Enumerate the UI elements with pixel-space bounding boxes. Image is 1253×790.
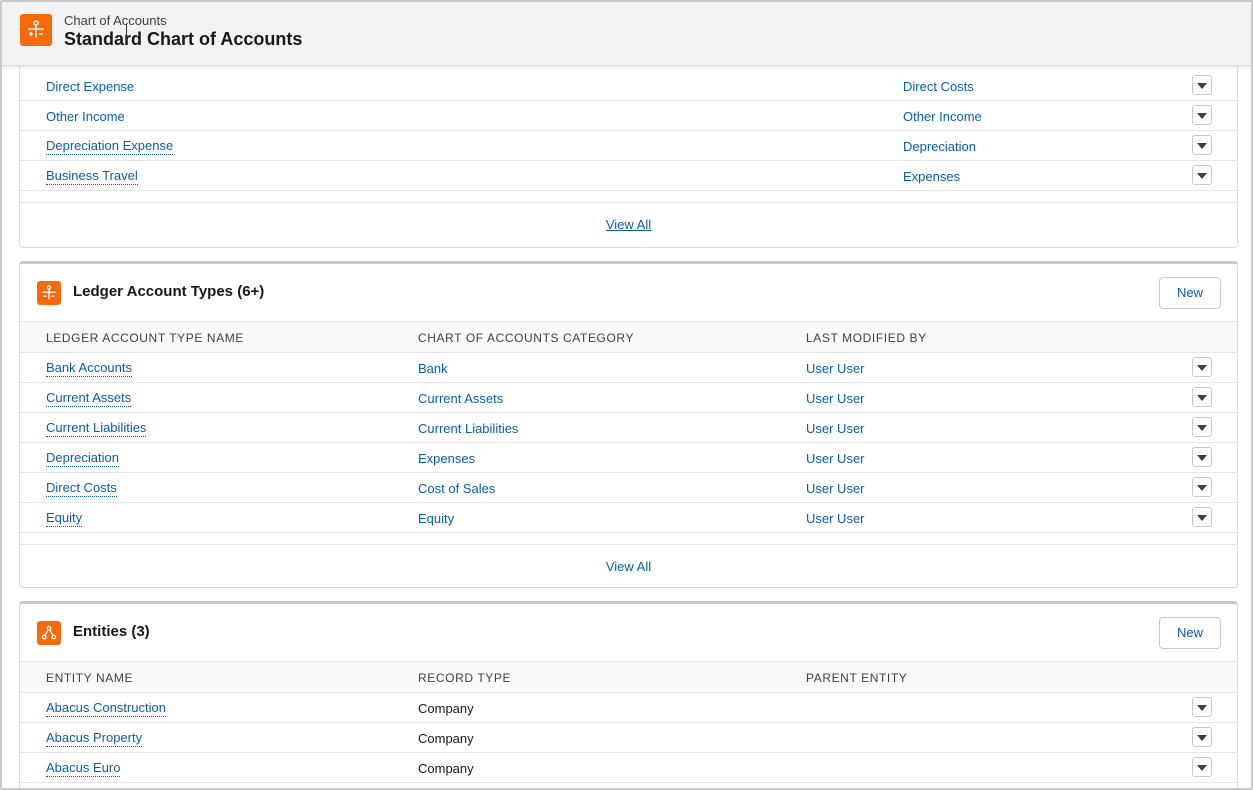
- page-title: Standard Chart of Accounts: [64, 29, 303, 49]
- table-header: LEDGER ACCOUNT TYPE NAME CHART OF ACCOUN…: [20, 321, 1237, 353]
- card-title[interactable]: Ledger Account Types (6+): [73, 283, 264, 300]
- ledger-type-link[interactable]: Current Liabilities: [46, 421, 147, 437]
- row-actions-button[interactable]: [1192, 507, 1212, 527]
- row-actions-button[interactable]: [1192, 105, 1212, 125]
- ledger-type-link[interactable]: Bank Accounts: [46, 361, 132, 377]
- gl-account-link[interactable]: Direct Expense: [46, 79, 134, 94]
- table-row: Current Liabilities Current Liabilities …: [20, 413, 1237, 443]
- table-row: Direct Expense Direct Costs: [20, 71, 1237, 101]
- table-header: ENTITY NAME RECORD TYPE PARENT ENTITY: [20, 661, 1237, 693]
- new-button[interactable]: New: [1159, 277, 1221, 309]
- record-type-cell: Company: [418, 761, 474, 776]
- ledger-icon: [37, 281, 61, 305]
- app-frame: Chart of Accounts Standard Chart of Acco…: [0, 0, 1253, 790]
- row-actions-button[interactable]: [1192, 387, 1212, 407]
- card-header: Entities (3) New: [20, 604, 1237, 661]
- ledger-type-link[interactable]: Direct Costs: [46, 481, 117, 497]
- category-link[interactable]: Bank: [418, 361, 448, 376]
- card-title[interactable]: Entities (3): [73, 623, 150, 640]
- column-header[interactable]: PARENT ENTITY: [806, 671, 907, 685]
- table-row: Abacus Euro Company: [20, 753, 1237, 783]
- row-actions-button[interactable]: [1192, 417, 1212, 437]
- row-actions-button[interactable]: [1192, 477, 1212, 497]
- column-header[interactable]: CHART OF ACCOUNTS CATEGORY: [418, 331, 634, 345]
- ledger-type-link[interactable]: Current Assets: [46, 391, 132, 407]
- column-header[interactable]: LEDGER ACCOUNT TYPE NAME: [46, 331, 244, 345]
- table-row: Abacus Construction Company: [20, 693, 1237, 723]
- row-actions-button[interactable]: [1192, 757, 1212, 777]
- table-row: Abacus Property Company: [20, 723, 1237, 753]
- gl-account-link[interactable]: Other Income: [46, 109, 125, 124]
- category-link[interactable]: Current Liabilities: [418, 421, 518, 436]
- column-header[interactable]: RECORD TYPE: [418, 671, 511, 685]
- row-actions-button[interactable]: [1192, 447, 1212, 467]
- entity-link[interactable]: Abacus Property: [46, 731, 143, 747]
- category-link[interactable]: Equity: [418, 511, 454, 526]
- table-row: Direct Costs Cost of Sales User User: [20, 473, 1237, 503]
- table-row: Depreciation Expenses User User: [20, 443, 1237, 473]
- row-actions-button[interactable]: [1192, 135, 1212, 155]
- user-link[interactable]: User User: [806, 511, 865, 526]
- table-row: Other Income Other Income: [20, 101, 1237, 131]
- page-header: Chart of Accounts Standard Chart of Acco…: [2, 2, 1251, 66]
- object-label: Chart of Accounts: [64, 13, 167, 28]
- table-row: Current Assets Current Assets User User: [20, 383, 1237, 413]
- text-cursor-icon: [126, 24, 127, 42]
- user-link[interactable]: User User: [806, 391, 865, 406]
- category-link[interactable]: Expenses: [418, 451, 475, 466]
- new-button[interactable]: New: [1159, 617, 1221, 649]
- hierarchy-icon: [37, 621, 61, 645]
- ledger-type-link[interactable]: Equity: [46, 511, 83, 527]
- user-link[interactable]: User User: [806, 451, 865, 466]
- ledger-account-types-card: Ledger Account Types (6+) New LEDGER ACC…: [19, 261, 1238, 588]
- entity-link[interactable]: Abacus Construction: [46, 701, 166, 717]
- entities-card: Entities (3) New ENTITY NAME RECORD TYPE…: [19, 601, 1238, 788]
- ledger-type-link[interactable]: Depreciation: [46, 451, 119, 467]
- category-link[interactable]: Cost of Sales: [418, 481, 495, 496]
- row-actions-button[interactable]: [1192, 697, 1212, 717]
- row-actions-button[interactable]: [1192, 165, 1212, 185]
- gl-account-type-link[interactable]: Other Income: [903, 109, 982, 124]
- ledger-icon: [20, 14, 52, 46]
- view-all-link[interactable]: View All: [20, 545, 1237, 588]
- entity-link[interactable]: Abacus Euro: [46, 761, 121, 777]
- row-actions-button[interactable]: [1192, 357, 1212, 377]
- table-row: Equity Equity User User: [20, 503, 1237, 533]
- gl-account-link[interactable]: Depreciation Expense: [46, 139, 174, 155]
- record-type-cell: Company: [418, 701, 474, 716]
- table-row: Bank Accounts Bank User User: [20, 353, 1237, 383]
- view-all-link[interactable]: View All: [20, 203, 1237, 246]
- table-row: Depreciation Expense Depreciation: [20, 131, 1237, 161]
- gl-accounts-card: Direct Expense Direct Costs Other Income…: [19, 64, 1238, 248]
- category-link[interactable]: Current Assets: [418, 391, 503, 406]
- gl-account-type-link[interactable]: Depreciation: [903, 139, 976, 154]
- column-header[interactable]: LAST MODIFIED BY: [806, 331, 927, 345]
- gl-account-type-link[interactable]: Expenses: [903, 169, 960, 184]
- row-actions-button[interactable]: [1192, 727, 1212, 747]
- gl-account-type-link[interactable]: Direct Costs: [903, 79, 974, 94]
- user-link[interactable]: User User: [806, 481, 865, 496]
- column-header[interactable]: ENTITY NAME: [46, 671, 133, 685]
- gl-account-link[interactable]: Business Travel: [46, 169, 138, 185]
- record-type-cell: Company: [418, 731, 474, 746]
- user-link[interactable]: User User: [806, 361, 865, 376]
- related-lists: Direct Expense Direct Costs Other Income…: [2, 64, 1251, 788]
- table-row: Business Travel Expenses: [20, 161, 1237, 191]
- row-actions-button[interactable]: [1192, 75, 1212, 95]
- user-link[interactable]: User User: [806, 421, 865, 436]
- card-header: Ledger Account Types (6+) New: [20, 264, 1237, 321]
